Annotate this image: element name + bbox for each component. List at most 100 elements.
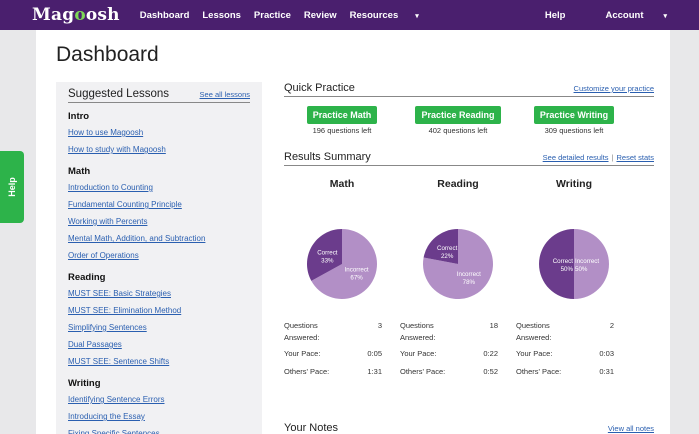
nav-dashboard[interactable]: Dashboard [140, 10, 190, 21]
subject-stats: Questions Answered: 2 Your Pace: 0:03 Oth… [516, 320, 632, 384]
section-heading: Math [68, 166, 91, 177]
subject-stats: Questions Answered: 18 Your Pace: 0:22 Ot… [400, 320, 516, 384]
results-column-writing: Writing Correct 50% Incorrect 50% Questions… [516, 166, 632, 384]
pie-label-incorrect: Incorrect [457, 271, 481, 278]
practice-writing-button[interactable]: Practice Writing [533, 106, 615, 124]
stat-value: 2 [609, 321, 614, 330]
stat-value: 0:22 [483, 349, 498, 358]
questions-left-count: 309 questions left [544, 126, 604, 135]
quick-practice-buttons: Practice Math 196 questions left Practic… [284, 105, 654, 135]
nav-resources-label: Resources [349, 9, 399, 21]
suggested-lessons-panel: Suggested Lessons See all lessons Intro … [56, 82, 262, 434]
stat-label-line1: Questions [516, 321, 550, 330]
see-all-lessons-link[interactable]: See all lessons [200, 90, 250, 99]
lesson-link[interactable]: MUST SEE: Sentence Shifts [68, 353, 250, 370]
subject-title: Reading [437, 178, 479, 190]
results-summary: Results Summary See detailed results | Res… [284, 151, 654, 384]
stat-others-pace: Others' Pace: 1:31 [284, 366, 400, 384]
subject-title: Writing [556, 178, 592, 190]
lesson-link[interactable]: Mental Math, Addition, and Subtraction [68, 230, 250, 247]
nav-help[interactable]: Help [545, 10, 566, 21]
lesson-section-reading: Reading MUST SEE: Basic Strategies MUST … [68, 272, 250, 370]
top-nav-bar: Magoosh Dashboard Lessons Practice Revie… [0, 0, 699, 30]
stat-value: 1:31 [367, 367, 382, 376]
stat-label: Others' Pace: [284, 367, 330, 376]
results-pie-chart: Correct22% Incorrect78% [423, 229, 493, 299]
nav-practice[interactable]: Practice [254, 10, 291, 21]
lesson-link[interactable]: Introduction to Counting [68, 179, 250, 196]
lesson-section-math: Math Introduction to Counting Fundamenta… [68, 166, 250, 264]
stat-label-line2: Answered: [400, 333, 436, 342]
pie-label-correct: Correct [437, 245, 458, 252]
logo-text-main: Mag [32, 5, 75, 25]
stat-label: Questions Answered: [400, 320, 476, 348]
subject-stats: Questions Answered: 3 Your Pace: 0:05 Oth… [284, 320, 400, 384]
stat-label: Your Pace: [400, 349, 437, 358]
lesson-link[interactable]: Introducing the Essay [68, 408, 250, 425]
lesson-link[interactable]: MUST SEE: Elimination Method [68, 302, 250, 319]
lesson-link[interactable]: How to study with Magoosh [68, 141, 250, 158]
lesson-link[interactable]: Simplifying Sentences [68, 319, 250, 336]
stat-questions: Questions Answered: 3 [284, 320, 400, 348]
lesson-link[interactable]: Order of Operations [68, 247, 250, 264]
stat-label: Questions Answered: [516, 320, 592, 348]
practice-math-button[interactable]: Practice Math [306, 106, 378, 124]
magoosh-logo[interactable]: Magoosh [32, 5, 120, 25]
chevron-down-icon: ▾ [415, 12, 419, 20]
stat-label-line2: Answered: [284, 333, 320, 342]
results-column-reading: Reading Correct 22% Incorrect 78% Questions… [400, 166, 516, 384]
lesson-link[interactable]: Working with Percents [68, 213, 250, 230]
link-separator: | [611, 153, 614, 162]
stat-label: Others' Pace: [516, 367, 562, 376]
questions-left-count: 196 questions left [312, 126, 372, 135]
lesson-section-intro: Intro How to use Magoosh How to study wi… [68, 111, 250, 158]
quick-practice-reading: Practice Reading 402 questions left [400, 105, 516, 135]
your-notes-header: Your Notes View all notes [284, 422, 654, 434]
chevron-down-icon: ▾ [663, 12, 667, 20]
lesson-link[interactable]: Fundamental Counting Principle [68, 196, 250, 213]
nav-review[interactable]: Review [304, 10, 337, 21]
practice-reading-button[interactable]: Practice Reading [415, 106, 501, 124]
stat-your-pace: Your Pace: 0:22 [400, 348, 516, 366]
stat-label: Others' Pace: [400, 367, 446, 376]
results-summary-header: Results Summary See detailed results | Res… [284, 151, 654, 166]
pie-label-correct: Correct [553, 258, 574, 265]
pie-label-incorrect-pct: 67% [350, 275, 363, 282]
stat-label-line2: Answered: [516, 333, 552, 342]
main-nav: Dashboard Lessons Practice Review Resour… [140, 10, 445, 21]
results-pie-chart: Correct50%Incorrect50% [539, 229, 609, 299]
main-column: Quick Practice Customize your practice P… [284, 82, 654, 384]
stat-value: 3 [377, 321, 382, 330]
stat-label-line1: Questions [400, 321, 434, 330]
lesson-link[interactable]: MUST SEE: Basic Strategies [68, 285, 250, 302]
suggested-lessons-header: Suggested Lessons See all lessons [68, 88, 250, 103]
stat-others-pace: Others' Pace: 0:31 [516, 366, 632, 384]
section-heading: Reading [68, 272, 106, 283]
stat-value: 0:52 [483, 367, 498, 376]
help-tab-label: Help [6, 177, 17, 197]
nav-account[interactable]: Account ▾ [585, 10, 667, 21]
lesson-link[interactable]: Fixing Specific Sentences [68, 425, 250, 434]
detailed-results-link[interactable]: See detailed results [543, 153, 609, 162]
page-title: Dashboard [56, 43, 159, 66]
pie-label-correct-pct: 33% [321, 257, 334, 264]
nav-right: Help Account ▾ [525, 0, 667, 30]
pie-label-correct-pct: 22% [441, 253, 454, 260]
pie-label-incorrect-pct: 50% [575, 266, 588, 273]
section-heading: Intro [68, 111, 90, 122]
reset-stats-link[interactable]: Reset stats [616, 153, 654, 162]
lesson-link[interactable]: How to use Magoosh [68, 124, 250, 141]
nav-resources[interactable]: Resources ▾ [350, 10, 432, 21]
lesson-link[interactable]: Identifying Sentence Errors [68, 391, 250, 408]
stat-label: Your Pace: [284, 349, 321, 358]
pie-label-incorrect: Incorrect [345, 267, 369, 274]
your-notes-section: Your Notes View all notes [284, 422, 654, 434]
help-side-tab[interactable]: Help [0, 151, 24, 223]
lesson-link[interactable]: Dual Passages [68, 336, 250, 353]
view-all-notes-link[interactable]: View all notes [608, 424, 654, 433]
pie-label-incorrect-pct: 78% [463, 279, 476, 286]
customize-practice-link[interactable]: Customize your practice [574, 84, 654, 93]
stat-questions: Questions Answered: 18 [400, 320, 516, 348]
nav-lessons[interactable]: Lessons [202, 10, 241, 21]
pie-label-correct: Correct [317, 249, 338, 256]
